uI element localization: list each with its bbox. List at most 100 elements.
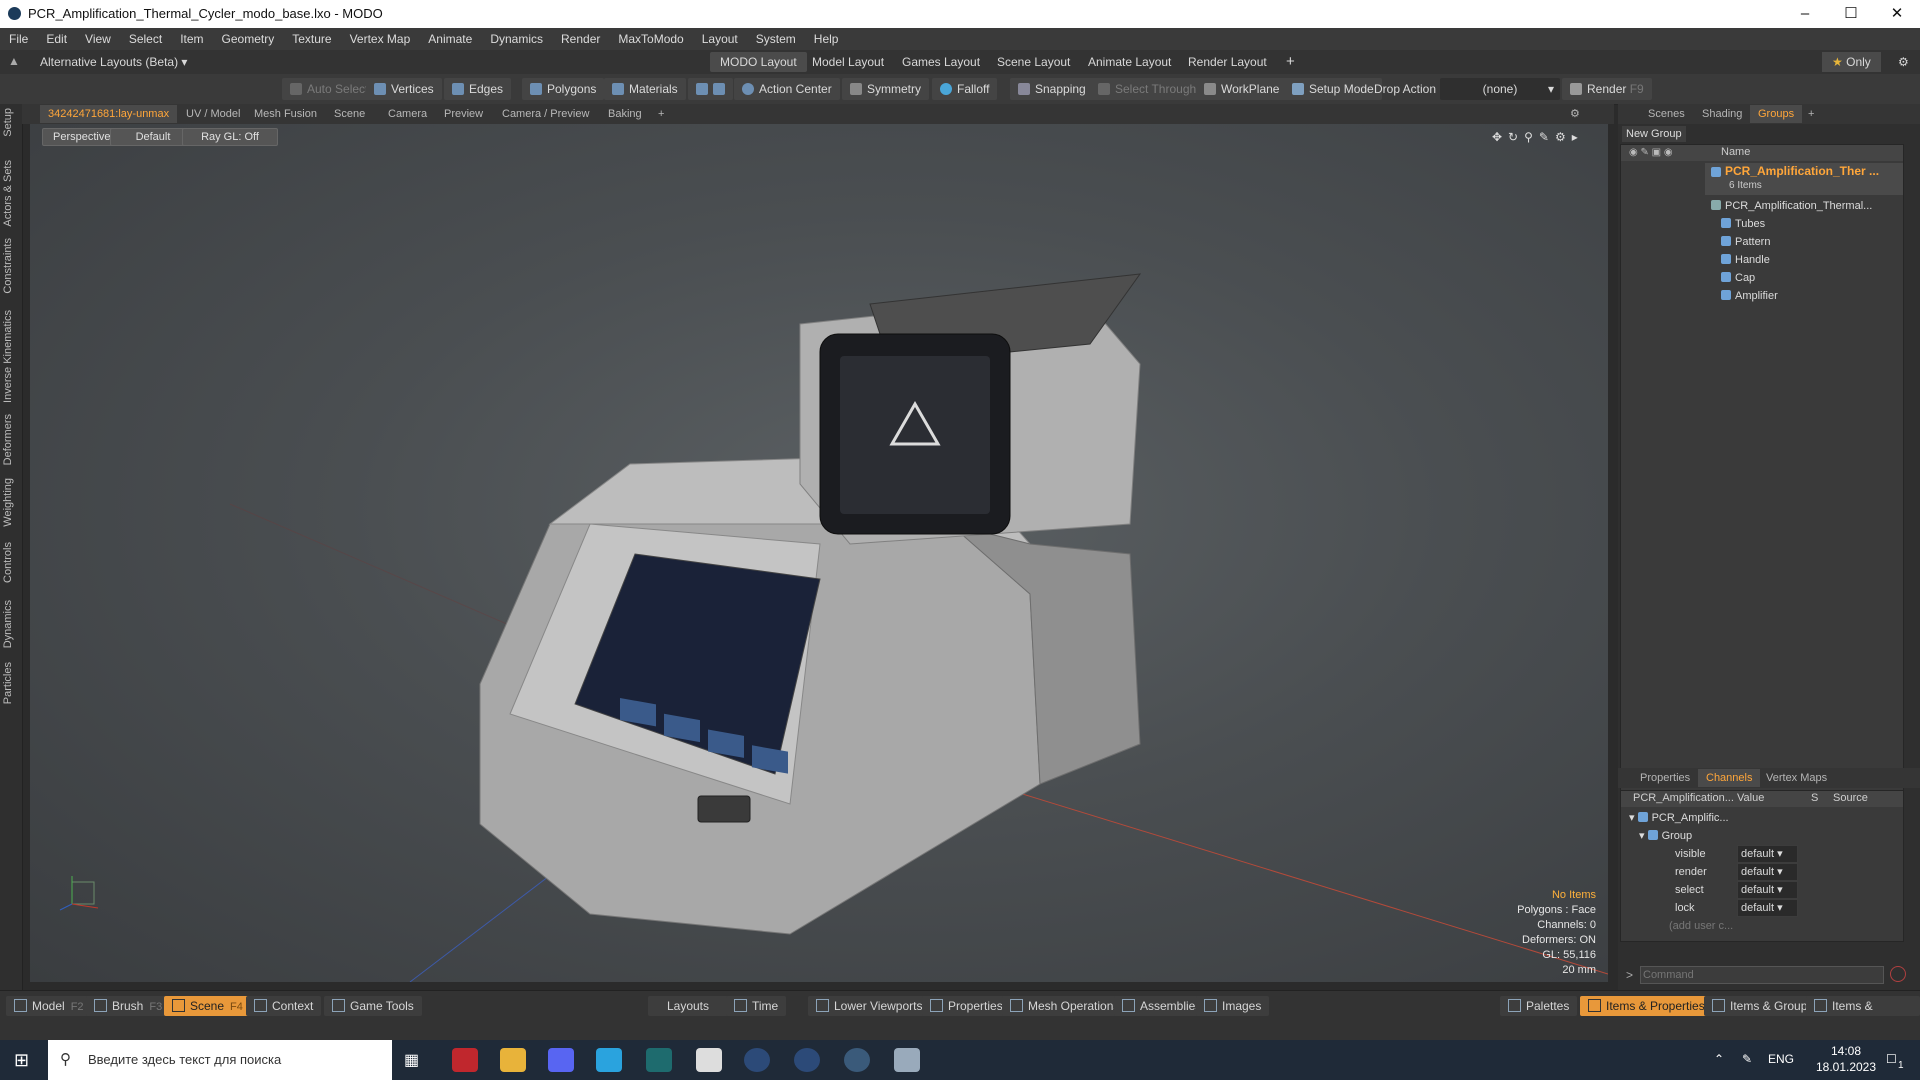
menu-geometry[interactable]: Geometry [213,28,284,50]
left-tab-constraints[interactable]: Constraints [2,238,14,294]
notifications-icon[interactable]: ☐ [1886,1052,1897,1066]
channel-group-row[interactable]: ▾ Group [1639,827,1692,845]
3d-viewport[interactable]: Perspective Default Ray GL: Off ✥↻⚲✎⚙▸ N… [30,124,1608,982]
viewport-nav-icons[interactable]: ✥↻⚲✎⚙▸ [1492,130,1584,144]
language-indicator[interactable]: ENG [1768,1052,1794,1066]
tab-camera[interactable]: Camera [380,105,435,123]
tab-render-layout[interactable]: Render Layout [1178,52,1277,72]
channel-row-render[interactable]: render default ▾ [1621,863,1903,881]
palettes-button[interactable]: Palettes [1500,996,1578,1016]
tab-uv-model[interactable]: UV / Model [178,105,248,123]
channel-value-dropdown[interactable]: default ▾ [1737,845,1798,863]
tab-modo-layout[interactable]: MODO Layout [710,52,807,72]
tab-groups[interactable]: Groups [1750,105,1803,123]
left-tab-particles[interactable]: Particles [2,662,14,704]
clock-time[interactable]: 14:08 [1818,1044,1874,1058]
app-icon[interactable] [894,1048,920,1072]
group-root-row[interactable]: PCR_Amplification_Ther ... 6 Items [1705,163,1903,195]
channel-row-lock[interactable]: lock default ▾ [1621,899,1903,917]
model-button[interactable]: Model F2 [6,996,92,1016]
tab-lay-unmax[interactable]: 34242471681:lay-unmax [40,105,178,123]
render-button[interactable]: Render F9 [1562,78,1652,100]
items-properties-button[interactable]: Items & Properties [1580,996,1713,1016]
time-button[interactable]: Time [726,996,787,1016]
tray-chevron-icon[interactable]: ⌃ [1714,1052,1724,1066]
menu-system[interactable]: System [747,28,805,50]
modo-app-icon[interactable] [844,1048,870,1072]
group-item-tubes[interactable]: Tubes [1721,215,1920,233]
group-item-handle[interactable]: Handle [1721,251,1920,269]
channel-value-dropdown[interactable]: default ▾ [1737,863,1798,881]
tab-mesh-fusion[interactable]: Mesh Fusion [246,105,325,123]
channel-item-row[interactable]: ▾ PCR_Amplific... [1629,809,1729,827]
tab-vertex-maps[interactable]: Vertex Maps [1758,769,1835,787]
channel-value-dropdown[interactable]: default ▾ [1737,899,1798,917]
windows-start-icon[interactable]: ⊞ [14,1050,29,1071]
materials-button[interactable]: Materials [604,78,686,100]
tab-properties[interactable]: Properties [1632,769,1698,787]
gear-icon[interactable]: ⚙ [1888,52,1919,72]
app-icon[interactable] [794,1048,820,1072]
menu-animate[interactable]: Animate [419,28,481,50]
action-center-button[interactable]: Action Center [734,78,840,100]
left-tab-inverse-kinematics[interactable]: Inverse Kinematics [2,310,14,403]
mesh-operations-button[interactable]: Mesh Operations [1002,996,1128,1016]
tab-games-layout[interactable]: Games Layout [892,52,990,72]
menu-layout[interactable]: Layout [693,28,747,50]
menu-texture[interactable]: Texture [283,28,340,50]
stop-command-icon[interactable] [1890,966,1906,982]
drop-action-select[interactable]: (none) ▾ [1440,78,1560,100]
viewport-options-icon[interactable]: ⚙ [1562,105,1588,123]
properties-button[interactable]: Properties [922,996,1011,1016]
menu-item[interactable]: Item [171,28,212,50]
new-group-button[interactable]: New Group [1622,126,1686,142]
task-view-icon[interactable]: ▦ [404,1050,419,1070]
add-panel-tab-button[interactable]: + [1800,105,1822,123]
items-groups-button[interactable]: Items & Groups [1704,996,1822,1016]
close-button[interactable]: ✕ [1874,0,1920,28]
only-toggle[interactable]: ★ Only [1822,52,1881,72]
channel-value-dropdown[interactable]: default ▾ [1737,881,1798,899]
tab-model-layout[interactable]: Model Layout [802,52,894,72]
items-shading-button[interactable]: Items & Shading [1806,996,1920,1033]
tab-baking[interactable]: Baking [600,105,650,123]
channel-row-select[interactable]: select default ▾ [1621,881,1903,899]
snapping-button[interactable]: Snapping [1010,78,1094,100]
game-tools-button[interactable]: Game Tools [324,996,422,1016]
group-item-pattern[interactable]: Pattern [1721,233,1920,251]
tab-scene[interactable]: Scene [326,105,373,123]
polygons-button[interactable]: Polygons [522,78,605,100]
file-explorer-app-icon[interactable] [500,1048,526,1072]
eye-icon[interactable]: ◉ ✎ ▣ ◉ [1629,147,1673,158]
clock-date[interactable]: 18.01.2023 [1808,1060,1884,1074]
images-button[interactable]: Images [1196,996,1270,1016]
tab-scene-layout[interactable]: Scene Layout [987,52,1080,72]
app-icon[interactable] [646,1048,672,1072]
menu-vertex-map[interactable]: Vertex Map [341,28,420,50]
telegram-app-icon[interactable] [596,1048,622,1072]
raygl-toggle[interactable]: Ray GL: Off [182,128,278,146]
menu-dynamics[interactable]: Dynamics [481,28,552,50]
left-tab-controls[interactable]: Controls [2,542,14,583]
tab-animate-layout[interactable]: Animate Layout [1078,52,1181,72]
left-tab-weighting[interactable]: Weighting [2,478,14,527]
add-user-channel[interactable]: (add user c... [1669,917,1733,935]
tab-camera-preview[interactable]: Camera / Preview [494,105,597,123]
app-icon[interactable] [744,1048,770,1072]
layout-selector[interactable]: Alternative Layouts (Beta) ▾ [30,52,197,72]
opera-app-icon[interactable] [452,1048,478,1072]
channel-row-visible[interactable]: visible default ▾ [1621,845,1903,863]
auto-select-button[interactable]: Auto Select [282,78,377,100]
menu-select[interactable]: Select [120,28,171,50]
menu-edit[interactable]: Edit [37,28,76,50]
menu-render[interactable]: Render [552,28,609,50]
falloff-button[interactable]: Falloff [932,78,998,100]
workplane-button[interactable]: WorkPlane [1196,78,1288,100]
command-input[interactable] [1640,966,1884,984]
context-button[interactable]: Context [246,996,322,1016]
setup-mode-button[interactable]: Setup Mode [1284,78,1382,100]
select-through-button[interactable]: Select Through [1090,78,1205,100]
brush-button[interactable]: Brush F3 [86,996,171,1016]
vertices-button[interactable]: Vertices [366,78,442,100]
group-item-amplifier[interactable]: Amplifier [1721,287,1920,305]
